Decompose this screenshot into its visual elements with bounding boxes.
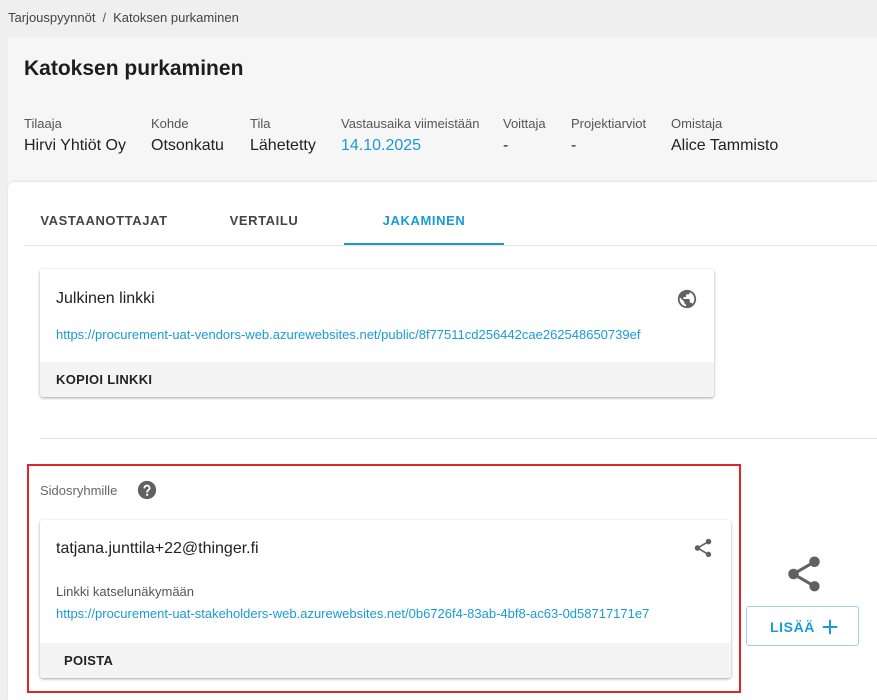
tab-jakaminen[interactable]: JAKAMINEN: [344, 182, 504, 245]
stakeholder-card: tatjana.junttila+22@thinger.fi Linkki ka…: [40, 520, 731, 678]
meta-value: -: [503, 137, 509, 154]
public-link-actions: KOPIOI LINKKI: [40, 362, 714, 397]
stakeholders-section-label: Sidosryhmille: [40, 483, 118, 498]
stakeholder-email: tatjana.junttila+22@thinger.fi: [56, 540, 259, 557]
meta-value: Alice Tammisto: [671, 137, 779, 154]
meta-label: Vastausaika viimeistään: [341, 116, 480, 131]
add-button-label: LISÄÄ: [770, 619, 815, 635]
deadline-date-link[interactable]: 14.10.2025: [341, 137, 480, 155]
breadcrumb: Tarjouspyynnöt / Katoksen purkaminen: [8, 10, 239, 25]
meta-omistaja: Omistaja Alice Tammisto: [671, 116, 778, 155]
page-title: Katoksen purkaminen: [24, 57, 244, 80]
share-large-icon: [788, 556, 820, 592]
tab-vertailu[interactable]: VERTAILU: [184, 182, 344, 245]
meta-value: Hirvi Yhtiöt Oy: [24, 137, 126, 154]
meta-kohde: Kohde Otsonkatu: [151, 116, 224, 155]
help-icon[interactable]: [136, 479, 158, 501]
remove-button[interactable]: POISTA: [64, 653, 113, 668]
meta-vastausaika: Vastausaika viimeistään 14.10.2025: [341, 116, 480, 155]
meta-label: Omistaja: [671, 116, 723, 131]
meta-voittaja: Voittaja -: [503, 116, 546, 155]
section-divider: [40, 438, 877, 439]
tab-bar: VASTAANOTTAJAT VERTAILU JAKAMINEN: [24, 182, 877, 246]
content-panel: VASTAANOTTAJAT VERTAILU JAKAMINEN Julkin…: [8, 182, 877, 700]
breadcrumb-separator: /: [102, 10, 107, 25]
meta-tilaaja: Tilaaja Hirvi Yhtiöt Oy: [24, 116, 126, 155]
meta-value: -: [571, 137, 577, 154]
meta-label: Tilaaja: [24, 116, 62, 131]
breadcrumb-item-tarjouspyynnot[interactable]: Tarjouspyynnöt: [8, 10, 95, 25]
share-icon[interactable]: [692, 537, 714, 559]
public-link-url[interactable]: https://procurement-uat-vendors-web.azur…: [56, 327, 640, 342]
globe-icon: [677, 289, 697, 309]
stakeholder-link-url[interactable]: https://procurement-uat-stakeholders-web…: [56, 606, 649, 621]
public-link-card: Julkinen linkki https://procurement-uat-…: [40, 269, 714, 397]
tab-vastaanottajat[interactable]: VASTAANOTTAJAT: [24, 182, 184, 245]
stakeholder-card-actions: POISTA: [40, 643, 731, 678]
meta-label: Tila: [250, 116, 271, 131]
meta-label: Kohde: [151, 116, 189, 131]
meta-label: Voittaja: [503, 116, 546, 131]
breadcrumb-item-current: Katoksen purkaminen: [113, 10, 239, 25]
meta-projektiarviot: Projektiarviot -: [571, 116, 646, 155]
plus-icon: [822, 619, 838, 635]
public-link-title: Julkinen linkki: [56, 290, 155, 307]
add-stakeholder-button[interactable]: LISÄÄ: [746, 606, 859, 646]
meta-tila: Tila Lähetetty: [250, 116, 316, 155]
copy-link-button[interactable]: KOPIOI LINKKI: [56, 372, 152, 387]
meta-label: Projektiarviot: [571, 116, 647, 131]
view-link-label: Linkki katselunäkymään: [56, 584, 195, 599]
meta-value: Lähetetty: [250, 137, 316, 154]
meta-value: Otsonkatu: [151, 137, 224, 154]
